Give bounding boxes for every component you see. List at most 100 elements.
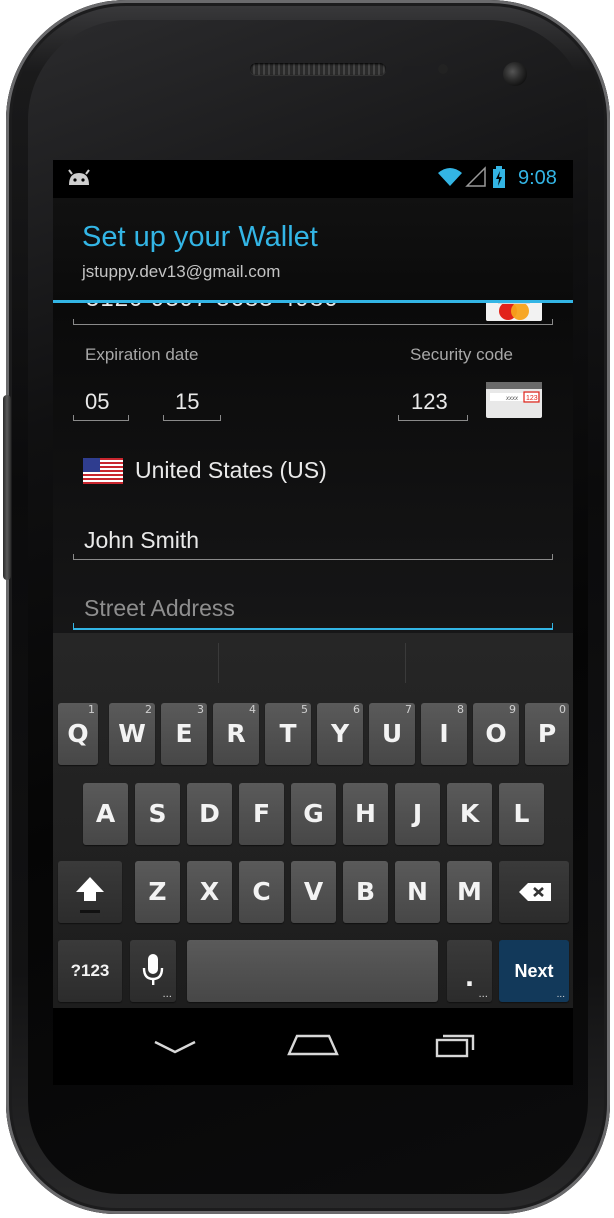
key-label: P <box>537 719 557 748</box>
key-u[interactable]: U7 <box>369 703 415 765</box>
backspace-key[interactable] <box>499 861 569 923</box>
period-key[interactable]: . ... <box>447 940 492 1002</box>
key-i[interactable]: I8 <box>421 703 467 765</box>
status-clock: 9:08 <box>518 167 557 189</box>
key-p[interactable]: P0 <box>525 703 569 765</box>
key-j[interactable]: J <box>395 783 440 845</box>
key-hint: 3 <box>197 703 204 716</box>
microphone-key[interactable]: ... <box>130 940 176 1002</box>
next-key[interactable]: Next ... <box>499 940 569 1002</box>
suggestion-divider <box>218 643 219 683</box>
key-b[interactable]: B <box>343 861 388 923</box>
expiration-date-label: Expiration date <box>85 345 199 364</box>
key-n[interactable]: N <box>395 861 440 923</box>
earpiece-speaker <box>250 63 386 75</box>
key-hint: 8 <box>457 703 464 716</box>
street-address-underline <box>73 623 553 630</box>
key-label: O <box>485 719 507 748</box>
key-k[interactable]: K <box>447 783 492 845</box>
key-label: . <box>464 963 475 992</box>
card-back-cvv: 123 <box>526 395 538 402</box>
key-hint: 2 <box>145 703 152 716</box>
expiration-year-field[interactable]: 15 <box>175 389 199 415</box>
wallet-form: 5120 9397 3683 4980 Expiration date Secu… <box>53 303 573 633</box>
card-number-field[interactable]: 5120 9397 3683 4980 <box>86 303 339 313</box>
key-a[interactable]: A <box>83 783 128 845</box>
key-label: U <box>381 719 403 748</box>
android-notification-icon <box>68 169 90 185</box>
key-label: Q <box>67 719 89 748</box>
screen: 9:08 Set up your Wallet jstuppy.dev13@gm… <box>53 160 573 1085</box>
name-field[interactable]: John Smith <box>84 527 199 554</box>
home-icon[interactable] <box>281 1024 345 1068</box>
expiration-month-underline <box>73 415 129 421</box>
key-v[interactable]: V <box>291 861 336 923</box>
expiration-month-field[interactable]: 05 <box>85 389 109 415</box>
key-o[interactable]: O9 <box>473 703 519 765</box>
name-underline <box>73 554 553 560</box>
key-hint: 6 <box>353 703 360 716</box>
expiration-year-underline <box>163 415 221 421</box>
key-label: E <box>175 719 193 748</box>
card-back-cvv-icon: xxxx 123 <box>486 382 542 418</box>
key-r[interactable]: R4 <box>213 703 259 765</box>
key-y[interactable]: Y6 <box>317 703 363 765</box>
key-d[interactable]: D <box>187 783 232 845</box>
wifi-icon <box>438 168 462 186</box>
card-number-underline <box>73 319 553 325</box>
security-code-field[interactable]: 123 <box>411 389 448 415</box>
country-selector[interactable]: United States (US) <box>135 457 327 484</box>
page-title: Set up your Wallet <box>82 221 318 253</box>
security-code-label: Security code <box>410 345 513 364</box>
shift-key[interactable] <box>58 861 122 923</box>
street-address-field[interactable]: Street Address <box>84 595 235 622</box>
proximity-sensor <box>402 66 428 76</box>
key-l[interactable]: L <box>499 783 544 845</box>
key-label: Y <box>330 719 350 748</box>
key-h[interactable]: H <box>343 783 388 845</box>
key-hint: 7 <box>405 703 412 716</box>
battery-charging-icon <box>493 166 505 188</box>
status-bar: 9:08 <box>53 160 573 198</box>
key-c[interactable]: C <box>239 861 284 923</box>
key-hint: 0 <box>559 703 566 716</box>
key-label: T <box>279 719 297 748</box>
symbols-key[interactable]: ?123 <box>58 940 122 1002</box>
key-x[interactable]: X <box>187 861 232 923</box>
back-hide-keyboard-icon[interactable] <box>143 1024 207 1068</box>
key-t[interactable]: T5 <box>265 703 311 765</box>
light-sensor <box>438 64 448 74</box>
key-label: R <box>226 719 246 748</box>
key-s[interactable]: S <box>135 783 180 845</box>
key-more-indicator: ... <box>162 989 172 1000</box>
shift-arrow-icon <box>76 877 104 913</box>
suggestion-strip <box>53 633 573 689</box>
key-e[interactable]: E3 <box>161 703 207 765</box>
security-code-underline <box>398 415 468 421</box>
key-label: W <box>118 719 146 748</box>
account-email: jstuppy.dev13@gmail.com <box>82 262 281 281</box>
volume-button <box>3 395 11 580</box>
key-hint: 1 <box>88 703 95 716</box>
key-hint: 5 <box>301 703 308 716</box>
key-label: Next <box>514 961 554 981</box>
navigation-bar <box>53 1008 573 1085</box>
key-hint: 4 <box>249 703 256 716</box>
key-q[interactable]: Q1 <box>58 703 98 765</box>
key-w[interactable]: W2 <box>109 703 155 765</box>
signal-icon <box>465 166 486 187</box>
front-camera-icon <box>503 62 527 86</box>
key-label: I <box>439 719 449 748</box>
space-key[interactable] <box>187 940 438 1002</box>
key-f[interactable]: F <box>239 783 284 845</box>
key-more-indicator: ... <box>556 989 565 1000</box>
suggestion-divider <box>405 643 406 683</box>
key-g[interactable]: G <box>291 783 336 845</box>
key-m[interactable]: M <box>447 861 492 923</box>
us-flag-icon <box>83 458 123 484</box>
recent-apps-icon[interactable] <box>425 1024 489 1068</box>
card-back-text: xxxx <box>505 396 519 402</box>
key-hint: 9 <box>509 703 516 716</box>
key-z[interactable]: Z <box>135 861 180 923</box>
backspace-icon <box>519 883 551 901</box>
